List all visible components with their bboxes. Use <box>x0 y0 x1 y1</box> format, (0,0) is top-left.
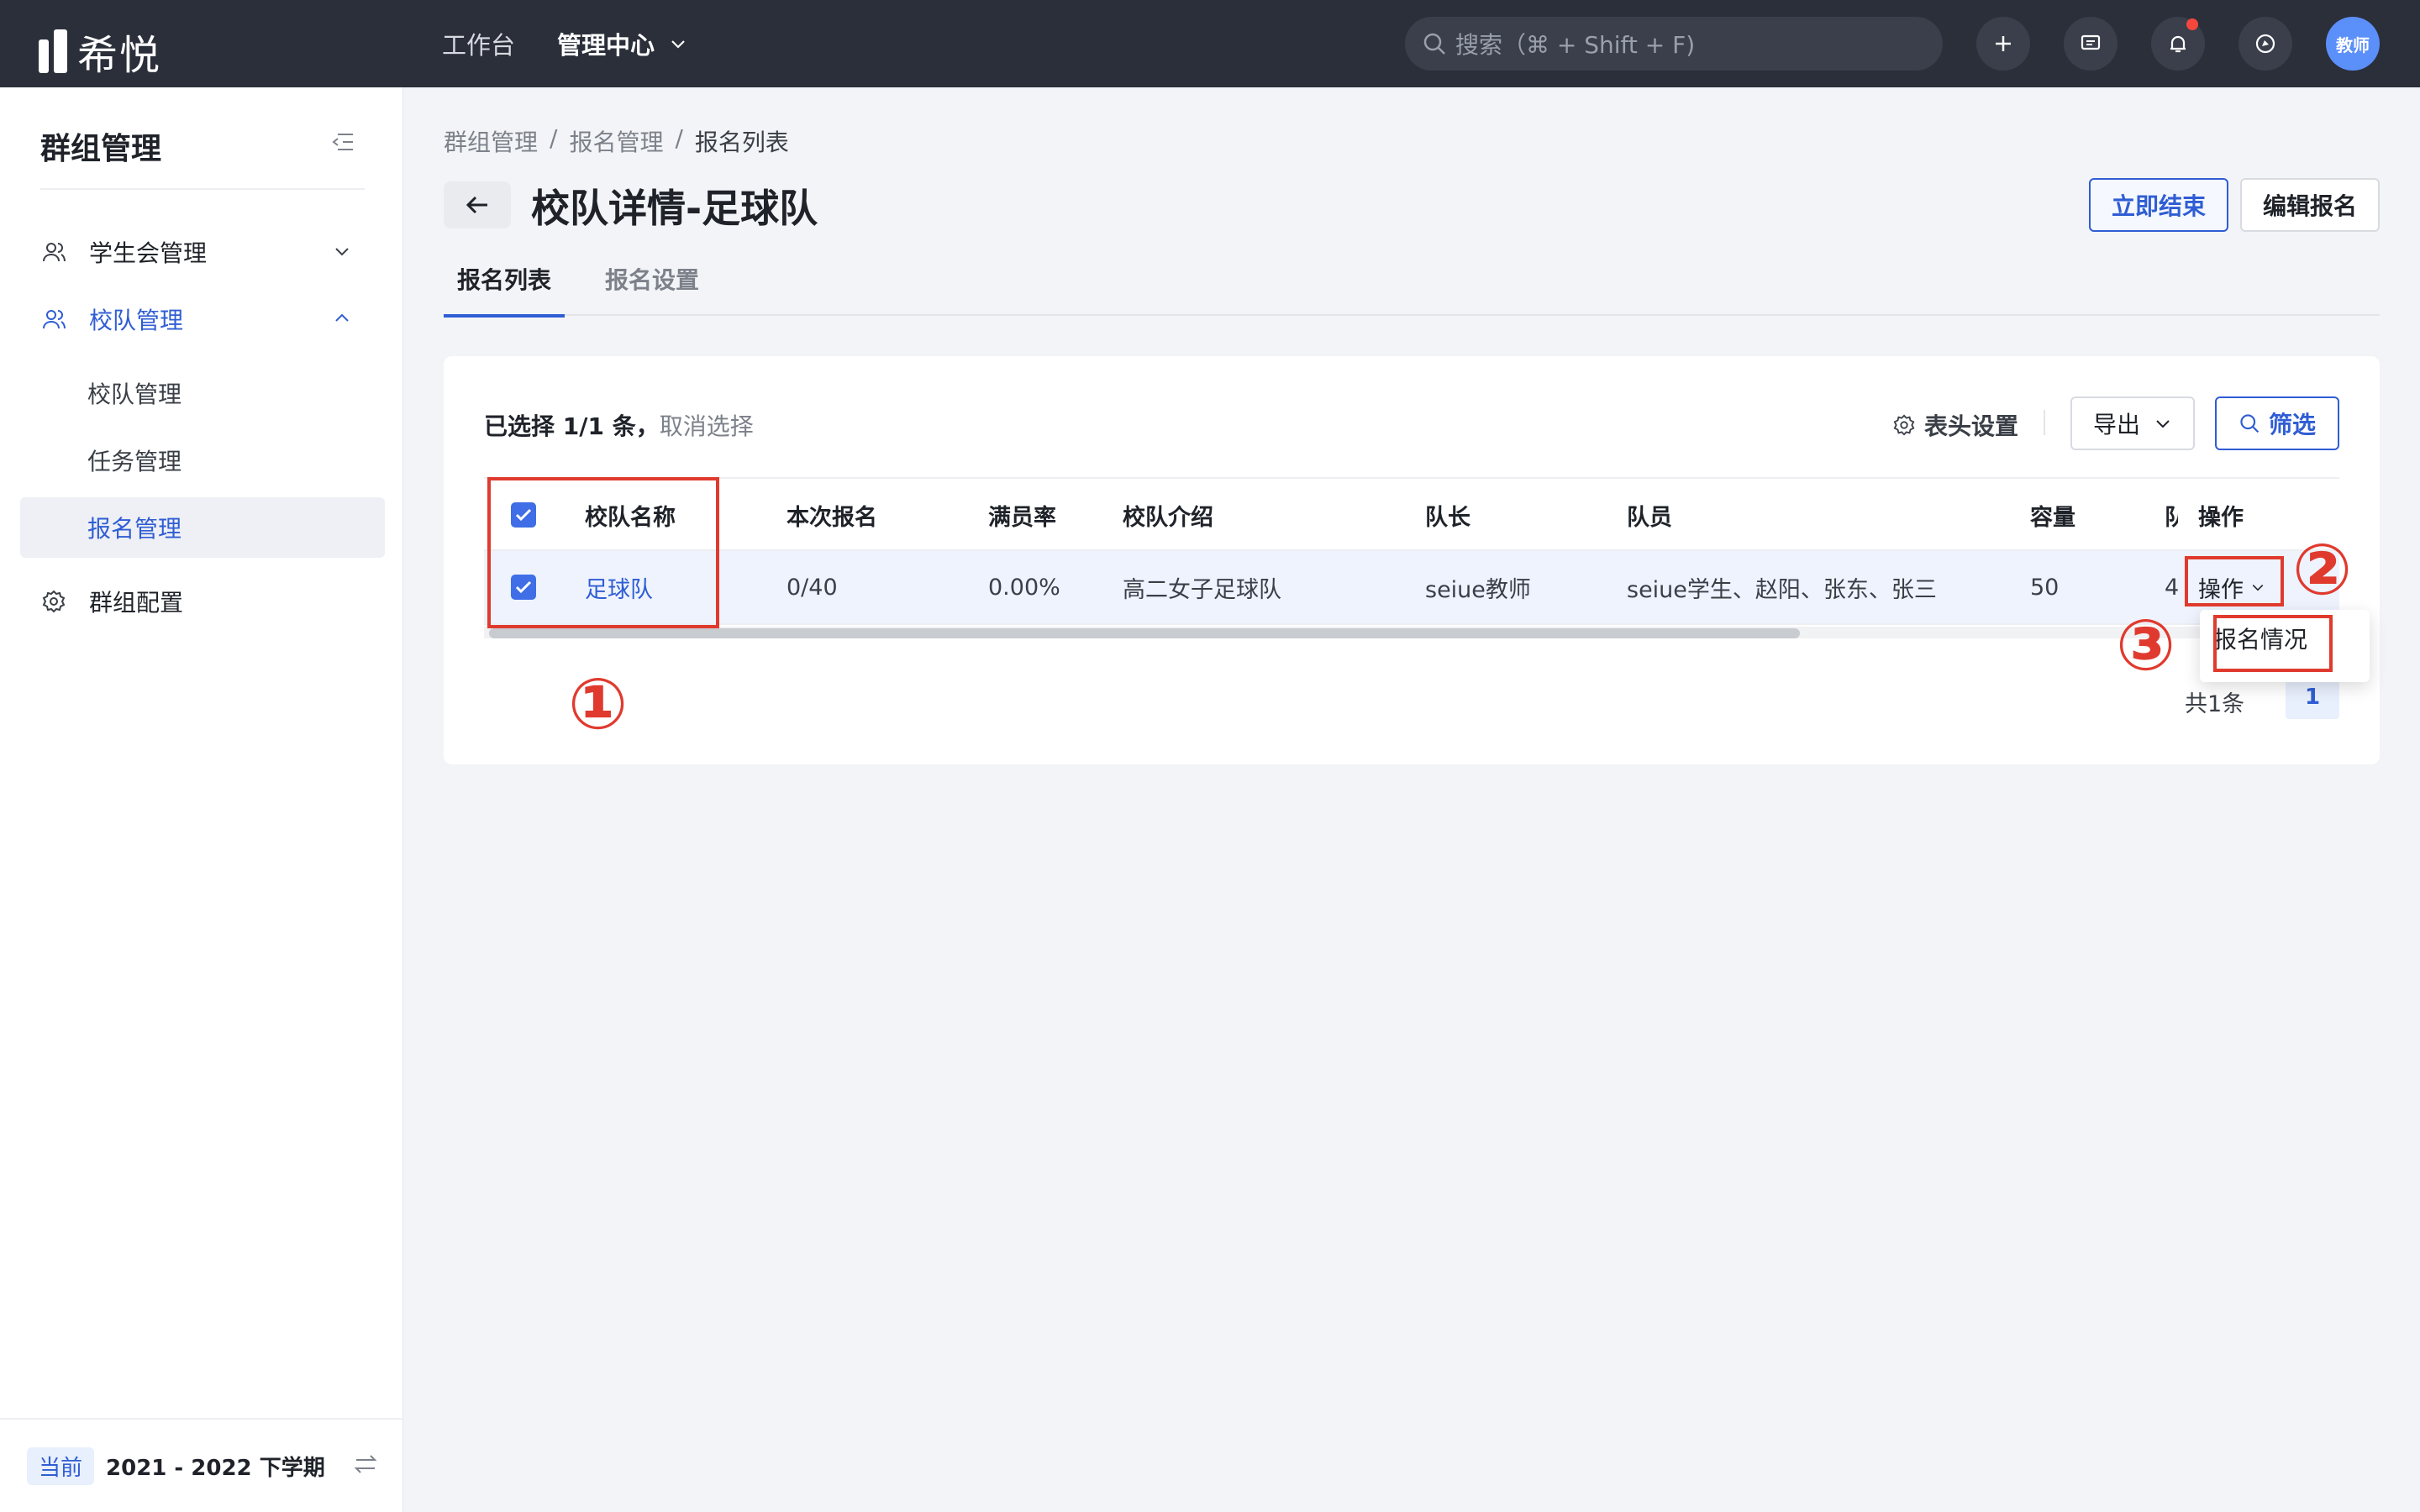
header-captain[interactable]: 队长 <box>1425 479 1470 551</box>
sidebar-item-label: 群组配置 <box>89 589 184 617</box>
toolbar-divider <box>2044 410 2045 435</box>
sidebar-divider <box>40 188 365 190</box>
filter-label: 筛选 <box>2268 411 2316 438</box>
annotation-box-actions <box>2185 556 2284 606</box>
term-text: 2021 - 2022 下学期 <box>106 1455 325 1481</box>
selected-count: 已选择 1/1 条， <box>484 412 660 440</box>
header-capacity[interactable]: 容量 <box>2030 479 2075 551</box>
gear-icon <box>1893 414 1915 436</box>
scrollbar-thumb[interactable] <box>489 628 1800 638</box>
chevron-down-icon <box>335 248 349 256</box>
page-title: 校队详情-足球队 <box>531 186 818 231</box>
header-signup-count[interactable]: 本次报名 <box>786 479 877 551</box>
search-input[interactable]: 搜索（⌘ + Shift + F) <box>1405 17 1943 71</box>
cell-fill-rate: 0.00% <box>988 574 1060 601</box>
horizontal-scrollbar[interactable] <box>484 627 2339 638</box>
nav-admin-label: 管理中心 <box>557 31 655 60</box>
export-label: 导出 <box>2092 411 2140 438</box>
logo-text: 希悦 <box>77 32 162 79</box>
breadcrumb-sep: / <box>675 124 683 152</box>
message-button[interactable] <box>2064 17 2118 71</box>
header-members[interactable]: 队员 <box>1627 479 1672 551</box>
header-actions: 操作 <box>2198 504 2244 531</box>
column-settings-button[interactable]: 表头设置 <box>1892 408 2018 442</box>
cell-signup-count: 0/40 <box>786 574 838 601</box>
arrow-left-icon <box>466 196 487 214</box>
chevron-up-icon <box>335 313 349 322</box>
breadcrumb-current: 报名列表 <box>694 129 789 156</box>
sidebar-item-team[interactable]: 校队管理 <box>20 289 385 349</box>
sidebar-subitem-signup-manage[interactable]: 报名管理 <box>20 497 385 558</box>
back-button[interactable] <box>444 181 511 228</box>
sidebar-subitem-task-manage[interactable]: 任务管理 <box>20 430 385 491</box>
nav-admin-center[interactable]: 管理中心 <box>557 26 687 61</box>
term-switcher[interactable]: 当前 2021 - 2022 下学期 <box>0 1418 403 1512</box>
compass-icon <box>2255 34 2275 54</box>
tab-bar: 报名列表 报名设置 <box>443 262 2380 318</box>
swap-icon[interactable] <box>353 1452 378 1477</box>
column-settings-label: 表头设置 <box>1924 412 2019 440</box>
message-icon <box>2081 34 2101 50</box>
header-truncated: 队 <box>2165 504 2178 531</box>
cell-description: 高二女子足球队 <box>1123 576 1281 603</box>
search-icon <box>2240 414 2260 433</box>
sidebar-item-group-config[interactable]: 群组配置 <box>20 571 385 632</box>
plus-icon <box>1996 36 2011 51</box>
breadcrumb-sep: / <box>550 124 558 152</box>
chevron-down-icon <box>2156 420 2170 428</box>
annotation-mark-2: ② <box>2292 528 2353 611</box>
header-description[interactable]: 校队介绍 <box>1123 479 1213 551</box>
sidebar-item-student-union[interactable]: 学生会管理 <box>20 222 385 282</box>
annotation-mark-3: ③ <box>2116 604 2176 686</box>
tab-signup-list[interactable]: 报名列表 <box>443 262 566 318</box>
table-header: 校队名称 本次报名 满员率 校队介绍 队长 队员 容量 队 操作 <box>484 477 2339 551</box>
sidebar-item-label: 校队管理 <box>89 307 184 334</box>
bell-icon <box>2170 35 2186 53</box>
term-tag: 当前 <box>27 1446 95 1485</box>
breadcrumb-signup[interactable]: 报名管理 <box>569 124 663 158</box>
users-icon <box>40 306 67 333</box>
search-icon <box>1423 33 1445 55</box>
notification-dot <box>2186 18 2198 30</box>
header-fill-rate[interactable]: 满员率 <box>988 479 1056 551</box>
nav-workbench[interactable]: 工作台 <box>442 26 515 61</box>
avatar[interactable]: 教师 <box>2326 17 2380 71</box>
notification-button[interactable] <box>2151 17 2205 71</box>
annotation-mark-1: ① <box>568 663 629 745</box>
add-button[interactable] <box>1976 17 2030 71</box>
chevron-down-icon <box>671 40 685 49</box>
app-switch-button[interactable] <box>2238 17 2292 71</box>
gear-icon <box>40 588 67 615</box>
logo[interactable]: 希悦 <box>39 22 161 81</box>
top-nav: 工作台 管理中心 <box>442 0 687 87</box>
tab-signup-settings[interactable]: 报名设置 <box>605 262 699 316</box>
cell-members: seiue学生、赵阳、张东、张三 <box>1627 576 1937 603</box>
sidebar-item-label: 学生会管理 <box>89 239 208 267</box>
sidebar-title: 群组管理 <box>40 132 162 166</box>
cancel-selection-link[interactable]: 取消选择 <box>660 412 754 440</box>
top-bar: 希悦 工作台 管理中心 搜索（⌘ + Shift + F) 教师 <box>0 0 2420 87</box>
edit-signup-button[interactable]: 编辑报名 <box>2240 178 2380 232</box>
breadcrumb: 群组管理 / 报名管理 / 报名列表 <box>444 124 789 158</box>
table-row: 足球队 0/40 0.00% 高二女子足球队 seiue教师 seiue学生、赵… <box>484 551 2339 625</box>
search-placeholder: 搜索（⌘ + Shift + F) <box>1455 31 1696 59</box>
sidebar: 群组管理 学生会管理 校队管理 校队管理 任务管理 报名管理 群组配置 当前 2… <box>0 87 403 1512</box>
collapse-sidebar-icon[interactable] <box>331 131 355 156</box>
cell-captain: seiue教师 <box>1425 576 1531 603</box>
logo-icon <box>39 29 67 73</box>
pagination-total: 共1条 <box>2185 691 2245 717</box>
selection-info: 已选择 1/1 条，取消选择 <box>484 408 754 442</box>
cell-capacity: 50 <box>2030 574 2060 601</box>
filter-button[interactable]: 筛选 <box>2215 396 2339 450</box>
annotation-box-team <box>487 477 719 628</box>
users-icon <box>40 239 67 265</box>
annotation-box-menu <box>2213 615 2333 672</box>
breadcrumb-group[interactable]: 群组管理 <box>444 124 538 158</box>
end-now-button[interactable]: 立即结束 <box>2089 178 2228 232</box>
export-button[interactable]: 导出 <box>2070 396 2195 450</box>
sidebar-subitem-team-manage[interactable]: 校队管理 <box>20 363 385 423</box>
table-card: 已选择 1/1 条，取消选择 表头设置 导出 筛选 校队名称 本次报名 满员率 … <box>444 356 2380 764</box>
